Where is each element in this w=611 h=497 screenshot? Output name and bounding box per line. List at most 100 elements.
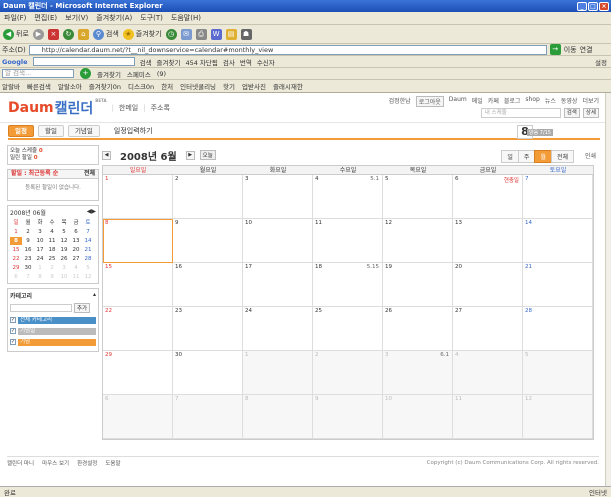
edit-icon[interactable]: W [210, 28, 222, 40]
add-schedule-link[interactable]: 일정입력하기 [114, 126, 153, 136]
link-item[interactable]: 알랄소아 [58, 81, 82, 91]
day-cell[interactable]: 10 [243, 219, 313, 263]
refresh-icon[interactable]: ↻ [62, 28, 74, 40]
menu-item[interactable]: 편집(E) [34, 13, 57, 23]
category-checkbox[interactable]: ✓ [10, 328, 16, 334]
print-icon[interactable]: ⎙ [195, 28, 207, 40]
day-cell[interactable]: 1 [243, 351, 313, 395]
day-cell[interactable]: 11 [313, 219, 383, 263]
detail-search-button[interactable]: 상세 [582, 108, 599, 118]
mini-day[interactable]: 2 [22, 228, 34, 236]
footer-link[interactable]: 환경설정 [77, 459, 97, 467]
link-item[interactable]: 즐래시재한 [273, 81, 303, 91]
google-search-button[interactable]: 검색 [140, 57, 152, 67]
day-cell[interactable]: 7 [523, 175, 593, 219]
tab-schedule[interactable]: 일정 [8, 125, 34, 137]
category-add-button[interactable]: 추가 [74, 303, 91, 313]
vertical-scrollbar[interactable] [605, 93, 611, 486]
link-item[interactable]: 업받사진 [242, 81, 266, 91]
mini-day[interactable]: 20 [70, 246, 82, 254]
day-cell[interactable]: 25 [313, 307, 383, 351]
mini-day[interactable]: 3 [34, 228, 46, 236]
mini-day[interactable]: 7 [82, 228, 94, 236]
daum-fav-button[interactable]: 즐겨찾기 [97, 69, 121, 79]
messenger-icon[interactable]: ☗ [240, 28, 252, 40]
day-cell[interactable]: 16 [173, 263, 243, 307]
category-toggle-icon[interactable]: ▴ [93, 291, 96, 300]
mail-icon[interactable]: ✉ [180, 28, 192, 40]
day-cell[interactable]: 2 [313, 351, 383, 395]
view-day[interactable]: 일 [501, 150, 519, 163]
link-item[interactable]: 빠른검색 [27, 81, 51, 91]
mini-day[interactable]: 16 [22, 246, 34, 254]
menu-item[interactable]: 도움말(H) [171, 13, 201, 23]
mini-day[interactable]: 14 [82, 237, 94, 245]
link-item[interactable]: 즐겨찾기0n [89, 81, 121, 91]
popup-blocked-count[interactable]: 454 차단됨 [185, 57, 217, 67]
day-cell[interactable]: 15 [103, 263, 173, 307]
go-button[interactable]: 이동 [564, 45, 577, 55]
day-cell[interactable]: 2 [173, 175, 243, 219]
daum-count[interactable]: (9) [157, 70, 166, 78]
top-nav-item[interactable]: Daum [449, 96, 467, 107]
mini-day[interactable]: 3 [58, 264, 70, 272]
footer-link[interactable]: 마우스 보기 [42, 459, 69, 467]
top-nav-item[interactable]: shop [525, 96, 539, 107]
mini-day[interactable]: 6 [70, 228, 82, 236]
mini-day[interactable]: 8 [10, 237, 22, 245]
day-cell[interactable]: 10 [383, 395, 453, 439]
mini-day[interactable]: 24 [34, 255, 46, 263]
mini-day[interactable]: 25 [46, 255, 58, 263]
menu-item[interactable]: 보기(V) [65, 13, 88, 23]
day-cell[interactable]: 18 5.15 [313, 263, 383, 307]
mini-day[interactable]: 21 [82, 246, 94, 254]
mini-day[interactable]: 4 [46, 228, 58, 236]
day-cell[interactable]: 9 [313, 395, 383, 439]
mini-day[interactable]: 2 [46, 264, 58, 272]
footer-link[interactable]: 도움말 [105, 459, 120, 467]
mini-day[interactable]: 6 [10, 273, 22, 281]
footer-link[interactable]: 캘린더 마니 [7, 459, 34, 467]
google-send-button[interactable]: 수신자 [257, 57, 275, 67]
mini-day[interactable]: 18 [46, 246, 58, 254]
links-label[interactable]: 연결 [580, 45, 593, 55]
mini-day[interactable]: 5 [82, 264, 94, 272]
day-cell[interactable]: 8 [243, 395, 313, 439]
mini-day[interactable]: 10 [58, 273, 70, 281]
top-nav-item[interactable]: 동영상 [561, 96, 578, 107]
stop-icon[interactable]: × [47, 28, 59, 40]
day-cell[interactable]: 4 5.1 [313, 175, 383, 219]
day-cell[interactable]: 13 [453, 219, 523, 263]
google-settings-button[interactable]: 설정 [595, 57, 611, 67]
mini-day[interactable]: 1 [34, 264, 46, 272]
mini-day[interactable]: 11 [70, 273, 82, 281]
day-cell[interactable]: 26 [383, 307, 453, 351]
mini-day[interactable]: 10 [34, 237, 46, 245]
day-cell[interactable]: 5 [383, 175, 453, 219]
day-cell[interactable]: 20 [453, 263, 523, 307]
daum-search-input[interactable]: 알 검색... [2, 69, 74, 78]
day-cell[interactable]: 11 [453, 395, 523, 439]
view-all[interactable]: 전체 [550, 150, 574, 163]
minimize-button[interactable]: _ [577, 1, 587, 11]
schedule-search-input[interactable]: 내 스케줄 [480, 108, 561, 118]
mini-day[interactable]: 12 [58, 237, 70, 245]
history-icon[interactable]: ◷ [165, 28, 177, 40]
mini-day[interactable]: 12 [82, 273, 94, 281]
mini-day[interactable]: 17 [34, 246, 46, 254]
day-cell[interactable]: 17 [243, 263, 313, 307]
prev-month-button[interactable]: ◀ [102, 150, 111, 160]
link-item[interactable]: 알랄바 [2, 81, 20, 91]
search-button[interactable]: 검색 [563, 108, 580, 118]
day-cell[interactable]: 14 [523, 219, 593, 263]
google-bookmarks-button[interactable]: 즐겨찾기 [157, 57, 181, 67]
day-cell[interactable]: 22 [103, 307, 173, 351]
mini-day[interactable]: 23 [22, 255, 34, 263]
close-button[interactable]: × [599, 1, 609, 11]
mini-nav-icon[interactable]: ◀▶ [87, 208, 96, 217]
folder-icon[interactable]: ▤ [225, 28, 237, 40]
menu-item[interactable]: 도구(T) [140, 13, 163, 23]
home-icon[interactable]: ⌂ [77, 28, 89, 40]
mini-day[interactable]: 9 [22, 237, 34, 245]
favorites-button[interactable]: ★ 즐겨찾기 [122, 28, 162, 40]
